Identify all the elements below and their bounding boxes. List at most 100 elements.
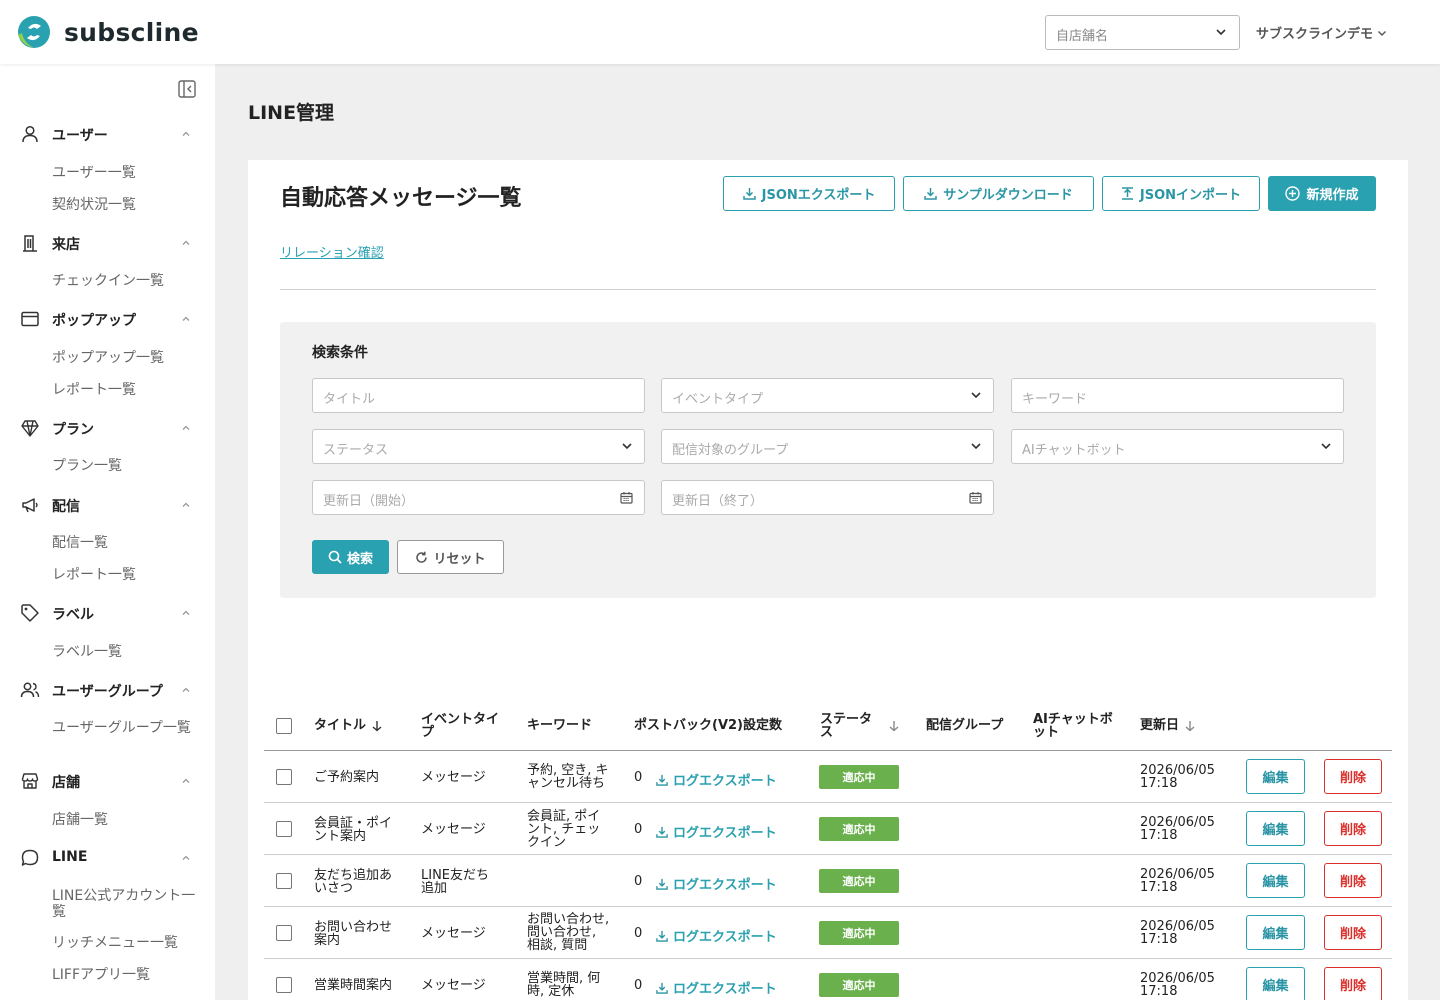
json-import-button[interactable]: JSONインポート: [1102, 176, 1260, 211]
sidebar-item-store-list[interactable]: 店舗一覧: [52, 812, 202, 828]
row-checkbox[interactable]: [276, 769, 292, 785]
sidebar-item-user-group-list[interactable]: ユーザーグループ一覧: [52, 720, 202, 736]
column-header-title[interactable]: タイトル: [314, 719, 383, 732]
row-checkbox[interactable]: [276, 873, 292, 889]
logo-mark-icon: [18, 16, 50, 48]
chevron-down-icon: [1321, 443, 1331, 450]
sidebar-group-label: ユーザー: [52, 128, 108, 144]
delete-button[interactable]: 削除: [1324, 811, 1382, 846]
user-menu-label: サブスクラインデモ: [1256, 27, 1374, 42]
logo[interactable]: subscline: [16, 15, 199, 49]
edit-button[interactable]: 編集: [1246, 811, 1305, 846]
status-select[interactable]: ステータス: [312, 429, 645, 464]
cell-event-type: メッセージ: [421, 770, 486, 785]
user-menu[interactable]: サブスクラインデモ: [1256, 23, 1387, 42]
sample-download-button[interactable]: サンプルダウンロード: [903, 176, 1094, 211]
store-select[interactable]: 自店舗名: [1045, 15, 1240, 50]
ai-chatbot-select[interactable]: AIチャットボット: [1011, 429, 1344, 464]
column-header-event-type: イベントタイプ: [421, 713, 511, 739]
column-header-label: ポストバック(V2)設定数: [634, 718, 782, 733]
store-icon: [21, 773, 39, 789]
chevron-up-icon: [182, 610, 190, 615]
column-header-ai-chatbot: AIチャットボット: [1033, 713, 1123, 739]
delete-button[interactable]: 削除: [1324, 915, 1382, 950]
column-header-updated-at[interactable]: 更新日: [1140, 719, 1196, 732]
sidebar-group-visit[interactable]: 来店: [0, 231, 215, 255]
log-export-button[interactable]: ログエクスポート: [656, 926, 777, 945]
sidebar: ユーザー ユーザー一覧 契約状況一覧 来店 チェックイン一覧 ポップアップ ポッ…: [0, 64, 215, 1000]
sidebar-item-liff-app-list[interactable]: LIFFアプリ一覧: [52, 967, 202, 983]
sidebar-item-line-account-list[interactable]: LINE公式アカウント一覧: [52, 888, 202, 920]
sidebar-group-label: ユーザーグループ: [52, 684, 163, 700]
sidebar-collapse-icon[interactable]: [178, 80, 196, 98]
json-export-label: JSONエクスポート: [761, 188, 876, 203]
delivery-group-placeholder: 配信対象のグループ: [672, 443, 789, 458]
edit-button[interactable]: 編集: [1246, 915, 1305, 950]
sidebar-item-user-list[interactable]: ユーザー一覧: [52, 165, 202, 181]
sidebar-group-plan[interactable]: プラン: [0, 416, 215, 440]
sidebar-group-popup[interactable]: ポップアップ: [0, 307, 215, 331]
sidebar-group-store[interactable]: 店舗: [0, 769, 215, 793]
content-card: 自動応答メッセージ一覧 JSONエクスポート サンプルダウンロード JSONイン…: [248, 160, 1408, 1000]
delivery-group-select[interactable]: 配信対象のグループ: [661, 429, 994, 464]
sidebar-group-user-group[interactable]: ユーザーグループ: [0, 678, 215, 702]
cell-updated-at: 2026/06/05 17:18: [1140, 867, 1215, 895]
column-header-status[interactable]: ステータス: [820, 713, 910, 739]
log-export-button[interactable]: ログエクスポート: [656, 770, 777, 789]
sidebar-item-delivery-list[interactable]: 配信一覧: [52, 535, 202, 551]
calendar-icon: [969, 492, 982, 504]
updated-end-input[interactable]: 更新日（終了）: [661, 480, 994, 515]
sidebar-item-rich-menu-list[interactable]: リッチメニュー一覧: [52, 935, 202, 951]
sidebar-item-delivery-report[interactable]: レポート一覧: [52, 567, 202, 583]
chevron-up-icon: [182, 502, 190, 507]
chevron-up-icon: [182, 131, 190, 136]
edit-button[interactable]: 編集: [1246, 967, 1305, 1000]
cell-event-type: メッセージ: [421, 978, 486, 993]
create-new-button[interactable]: 新規作成: [1268, 176, 1376, 211]
delete-button[interactable]: 削除: [1324, 863, 1382, 898]
divider: [280, 289, 1376, 290]
search-button[interactable]: 検索: [312, 540, 389, 574]
sidebar-item-label-list[interactable]: ラベル一覧: [52, 644, 202, 660]
row-checkbox[interactable]: [276, 977, 292, 993]
edit-button[interactable]: 編集: [1246, 863, 1305, 898]
status-badge: 適応中: [819, 765, 899, 789]
json-export-button[interactable]: JSONエクスポート: [723, 176, 895, 211]
log-export-button[interactable]: ログエクスポート: [656, 978, 777, 997]
delete-button[interactable]: 削除: [1324, 759, 1382, 794]
keyword-input[interactable]: キーワード: [1011, 378, 1344, 413]
row-checkbox[interactable]: [276, 925, 292, 941]
edit-button[interactable]: 編集: [1246, 759, 1305, 794]
relation-check-link[interactable]: リレーション確認: [280, 242, 384, 261]
sidebar-group-delivery[interactable]: 配信: [0, 493, 215, 517]
updated-start-input[interactable]: 更新日（開始）: [312, 480, 645, 515]
sidebar-item-popup-report[interactable]: レポート一覧: [52, 382, 202, 398]
sidebar-group-user[interactable]: ユーザー: [0, 122, 215, 146]
sidebar-item-plan-list[interactable]: プラン一覧: [52, 458, 202, 474]
cell-event-type: メッセージ: [421, 926, 486, 941]
sidebar-item-popup-list[interactable]: ポップアップ一覧: [52, 350, 202, 366]
sample-download-label: サンプルダウンロード: [943, 188, 1073, 203]
cell-keyword: 営業時間, 何時, 定休: [527, 971, 601, 999]
store-select-placeholder: 自店舗名: [1056, 29, 1109, 44]
cell-postback-count: 0: [634, 874, 643, 889]
delete-button[interactable]: 削除: [1324, 967, 1382, 1000]
event-type-select[interactable]: イベントタイプ: [661, 378, 994, 413]
sidebar-item-checkin-list[interactable]: チェックイン一覧: [52, 273, 202, 289]
sidebar-item-contract-status[interactable]: 契約状況一覧: [52, 197, 202, 213]
search-panel: 検索条件 タイトル イベントタイプ キーワード ステータス 配信対象のグループ …: [280, 322, 1376, 598]
row-checkbox[interactable]: [276, 821, 292, 837]
users-icon: [20, 682, 40, 698]
select-all-checkbox[interactable]: [276, 718, 292, 734]
sidebar-group-label-tags[interactable]: ラベル: [0, 601, 215, 625]
log-export-button[interactable]: ログエクスポート: [656, 822, 777, 841]
cell-event-type: LINE友だち追加: [421, 868, 490, 896]
log-export-button[interactable]: ログエクスポート: [656, 874, 777, 893]
reset-button[interactable]: リセット: [397, 540, 504, 574]
table-row: 営業時間案内 メッセージ 営業時間, 何時, 定休 0 ログエクスポート 適応中…: [264, 959, 1392, 1000]
cell-title: お問い合わせ案内: [314, 920, 393, 948]
status-badge: 適応中: [819, 921, 899, 945]
chevron-up-icon: [182, 778, 190, 783]
title-input[interactable]: タイトル: [312, 378, 645, 413]
sidebar-group-line[interactable]: LINE: [0, 846, 215, 870]
